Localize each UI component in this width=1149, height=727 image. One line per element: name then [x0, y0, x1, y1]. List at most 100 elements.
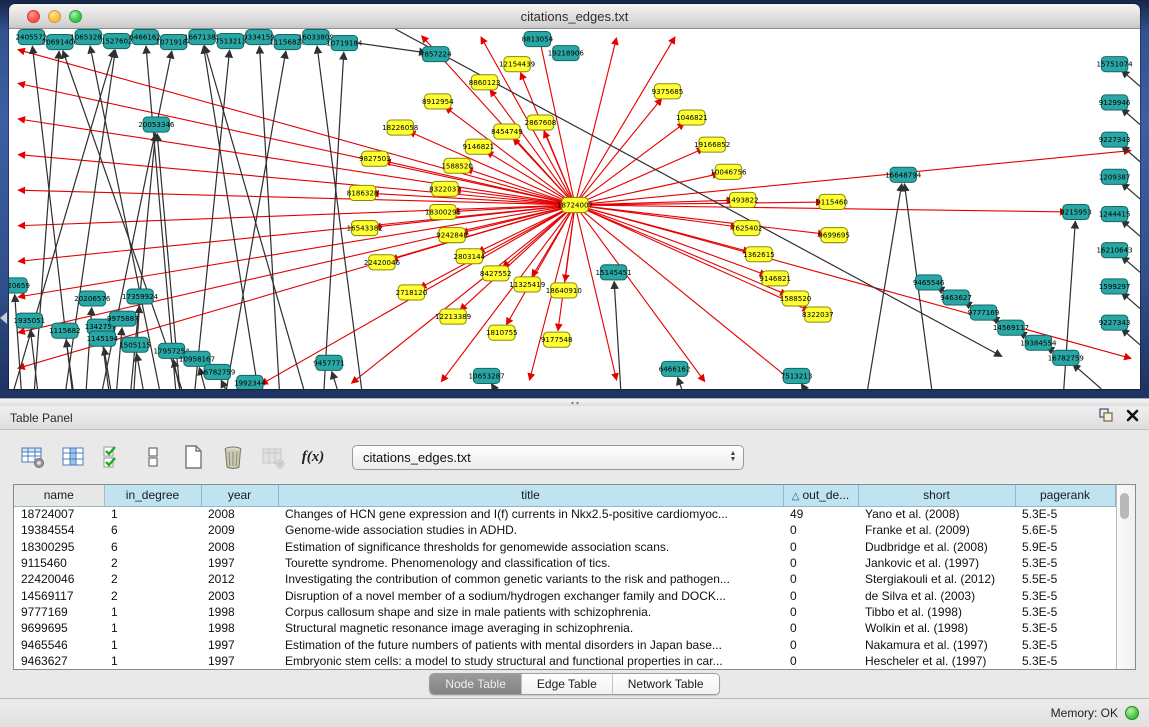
graph-node[interactable]: 17359924	[122, 289, 159, 304]
graph-node[interactable]: 18724007	[557, 197, 593, 212]
table-cell[interactable]: 2012	[201, 571, 278, 587]
graph-node[interactable]: 6466162	[659, 361, 691, 376]
graph-node[interactable]: 19166852	[694, 137, 730, 152]
column-header-pagerank[interactable]: pagerank	[1015, 485, 1115, 506]
table-selector-dropdown[interactable]: citations_edges.txt ▲▼	[352, 445, 744, 470]
graph-node[interactable]: 9146821	[759, 271, 791, 286]
network-canvas-area[interactable]: 1872400788601238912954182260589827503818…	[9, 29, 1140, 389]
graph-node[interactable]: 22420046	[364, 255, 401, 270]
column-header-title[interactable]: title	[278, 485, 783, 506]
graph-node[interactable]: 9215953	[1060, 204, 1092, 219]
graph-node[interactable]: 18226058	[382, 120, 419, 135]
table-cell[interactable]: 0	[783, 587, 858, 603]
graph-node[interactable]: 12154439	[499, 57, 535, 72]
minimize-window-icon[interactable]	[48, 10, 61, 23]
table-cell[interactable]: 1	[104, 636, 201, 652]
graph-node[interactable]: 1810755	[486, 325, 518, 340]
table-cell[interactable]: 6	[104, 539, 201, 555]
tab-node-table[interactable]: Node Table	[430, 674, 521, 694]
vertical-scrollbar[interactable]	[1116, 485, 1136, 669]
graph-node[interactable]: 12213389	[435, 309, 471, 324]
table-row[interactable]: 946554611997Estimation of the future num…	[14, 636, 1115, 652]
select-columns-icon[interactable]	[98, 442, 128, 472]
graph-node[interactable]: 9115460	[816, 194, 848, 209]
zoom-window-icon[interactable]	[69, 10, 82, 23]
graph-node[interactable]: 9777169	[968, 305, 1000, 320]
table-cell[interactable]: 5.3E-5	[1015, 555, 1115, 571]
column-header-in_degree[interactable]: in_degree	[104, 485, 201, 506]
table-cell[interactable]: 14569117	[14, 587, 104, 603]
table-cell[interactable]: Stergiakouli et al. (2012)	[858, 571, 1015, 587]
table-cell[interactable]: Estimation of significance thresholds fo…	[278, 539, 783, 555]
table-row[interactable]: 946362711997Embryonic stem cells: a mode…	[14, 653, 1115, 669]
graph-node[interactable]: 20053346	[138, 117, 175, 132]
graph-node[interactable]: 10719184	[326, 36, 363, 51]
table-cell[interactable]: 5.3E-5	[1015, 653, 1115, 669]
table-cell[interactable]: 9699695	[14, 620, 104, 636]
table-cell[interactable]: Genome-wide association studies in ADHD.	[278, 522, 783, 538]
column-header-short[interactable]: short	[858, 485, 1015, 506]
table-cell[interactable]: 0	[783, 539, 858, 555]
graph-node[interactable]: 8813054	[522, 32, 554, 47]
graph-node[interactable]: 1992344	[234, 375, 266, 389]
table-cell[interactable]: 2008	[201, 539, 278, 555]
table-cell[interactable]: 2	[104, 555, 201, 571]
graph-node[interactable]: 1493822	[727, 192, 759, 207]
graph-node[interactable]: 9827503	[359, 151, 391, 166]
table-cell[interactable]: Dudbridge et al. (2008)	[858, 539, 1015, 555]
scrollbar-thumb[interactable]	[1120, 493, 1129, 519]
graph-node[interactable]: 8322037	[802, 307, 834, 322]
table-cell[interactable]: Tourette syndrome. Phenomenology and cla…	[278, 555, 783, 571]
graph-node[interactable]: 1046821	[676, 110, 708, 125]
table-cell[interactable]: 9463627	[14, 653, 104, 669]
graph-node[interactable]: 15145451	[596, 265, 632, 280]
graph-node[interactable]: 1588520	[780, 291, 812, 306]
graph-node[interactable]: 7857224	[420, 47, 452, 62]
table-cell[interactable]: Jankovic et al. (1997)	[858, 555, 1015, 571]
graph-node[interactable]: 15751074	[1097, 57, 1134, 72]
table-cell[interactable]: 1997	[201, 555, 278, 571]
table-cell[interactable]: 0	[783, 604, 858, 620]
column-header-out_de[interactable]: △out_de...	[783, 485, 858, 506]
graph-node[interactable]: 7513213	[781, 368, 813, 383]
table-cell[interactable]: Tibbo et al. (1998)	[858, 604, 1015, 620]
graph-node[interactable]: 1527602	[101, 34, 133, 49]
graph-node[interactable]: 9242848	[436, 228, 468, 243]
table-cell[interactable]: 18300295	[14, 539, 104, 555]
table-cell[interactable]: 19384554	[14, 522, 104, 538]
table-cell[interactable]: 5.5E-5	[1015, 571, 1115, 587]
table-cell[interactable]: 1	[104, 620, 201, 636]
graph-node[interactable]: 1244415	[1099, 206, 1131, 221]
table-cell[interactable]: Embryonic stem cells: a model to study s…	[278, 653, 783, 669]
graph-node[interactable]: 16543382	[347, 221, 383, 236]
table-cell[interactable]: 1998	[201, 620, 278, 636]
table-cell[interactable]: Hescheler et al. (1997)	[858, 653, 1015, 669]
table-cell[interactable]: 1	[104, 604, 201, 620]
graph-node[interactable]: 1362615	[743, 247, 775, 262]
network-window-titlebar[interactable]: citations_edges.txt	[9, 4, 1140, 29]
column-header-name[interactable]: name	[14, 485, 104, 506]
graph-node[interactable]: 2803144	[454, 249, 486, 264]
graph-node[interactable]: 1588520	[441, 158, 473, 173]
table-cell[interactable]: Corpus callosum shape and size in male p…	[278, 604, 783, 620]
graph-node[interactable]: 2718120	[396, 285, 428, 300]
left-panel-collapse-arrow[interactable]	[0, 312, 7, 324]
graph-node[interactable]: 8322037	[429, 181, 461, 196]
graph-node[interactable]: 1115682	[49, 323, 81, 338]
graph-node[interactable]: 1505115	[119, 337, 151, 352]
table-cell[interactable]: Structural magnetic resonance image aver…	[278, 620, 783, 636]
modify-table-icon[interactable]	[18, 442, 48, 472]
table-row[interactable]: 1830029562008Estimation of significance …	[14, 539, 1115, 555]
row-height-icon[interactable]	[138, 442, 168, 472]
table-cell[interactable]: 5.3E-5	[1015, 636, 1115, 652]
graph-node[interactable]: 9146821	[463, 139, 495, 154]
graph-node[interactable]: 1145194	[87, 331, 119, 346]
table-cell[interactable]: 0	[783, 636, 858, 652]
graph-node[interactable]: 9227343	[1099, 315, 1131, 330]
graph-node[interactable]: 16648794	[885, 167, 922, 182]
graph-node[interactable]: 9699695	[818, 228, 850, 243]
table-cell[interactable]: 2008	[201, 506, 278, 522]
table-cell[interactable]: 0	[783, 555, 858, 571]
table-cell[interactable]: Changes of HCN gene expression and I(f) …	[278, 506, 783, 522]
table-cell[interactable]: Nakamura et al. (1997)	[858, 636, 1015, 652]
